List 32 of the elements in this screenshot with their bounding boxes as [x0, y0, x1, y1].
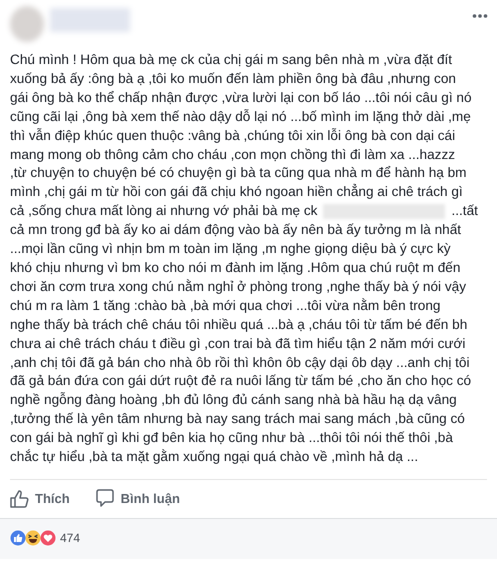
post-text: cả mn trong gđ bà ấy ko ai dám động vào bà ấy nên bà ấy tưởng m là nhất [10, 221, 462, 240]
like-button[interactable]: Thích [10, 486, 70, 510]
post-text: mình ,chị gái m từ hồi con gái đã chịu khó ngoan hiền chẳng ai chê trách gì [10, 183, 463, 202]
post-text: khó chịu nhưng vì bm ko cho nói m đành im lặng .Hôm qua chú ruột m đến [10, 258, 460, 277]
post-text: cũng cãi lại ,ông bà xem thế nào dậy dỗ lại nó ...bố mình im lặng thở dài ,mẹ [10, 108, 471, 126]
post-text: ...mọi lần cũng vì nhịn bm m toàn im lặng ,m nghe giọng diệu bà ý cực kỳ [10, 240, 451, 258]
post-text: ,tưởng thế là yên tâm nhưng bà nay sang trách mai sang mách ,bà cũng có [10, 410, 465, 428]
thumbs-up-icon [10, 530, 26, 546]
post-text: chắc tự hiểu ,bà ta mặt gằm xuống ngại quá chào về ,mình hả dạ ... [10, 448, 418, 466]
speech-bubble-icon [96, 488, 115, 508]
thumbs-up-icon [10, 488, 29, 508]
post-text: ...tất [451, 202, 478, 220]
more-icon[interactable] [472, 13, 488, 19]
post-text: nghe thấy bà trách chê cháu tôi nhiều quá ...bà ạ ,cháu tôi từ tấm bé đến bh [10, 316, 468, 334]
post-text: đã gả bán đứa con gái dứt ruột đẻ ra nuôi lấng từ tấm bé ,cho ăn cho học có [10, 372, 472, 390]
laughing-face-icon [25, 530, 41, 546]
comment-button[interactable]: Bình luận [96, 486, 180, 510]
post-text: cả ,sống chưa mất lòng ai nhưng vớ phải bà mẹ ck [10, 202, 318, 220]
post-text: con gái bà nghĩ gì khi gđ bên kia họ cũng như bà ...thôi tôi nói thế thôi ,bà [10, 429, 453, 448]
reaction-count[interactable]: 474 [60, 530, 80, 545]
post-text: gái ông bà ko thể chấp nhận được ,vừa lười lại con bố láo ...tôi nói câu gì nó [10, 88, 472, 107]
post-text: ,anh chị tôi đã gả bán cho nhà ôb rồi thì khôn ôb cậy dại ôb dạy ...anh chị tôi [10, 354, 470, 372]
blurred-avatar [10, 6, 44, 42]
post-text: Chú mình ! Hôm qua bà mẹ ck của chị gái m sang bên nhà m ,vừa đặt đít [10, 51, 452, 69]
post-text: chưa ai chê trách cháu t điều gì ,con trai bà đã tìm hiểu tận 2 năm mới cưới [10, 334, 466, 353]
post-text: ,từ chuyện to chuyện bé có chuyện gì bà ta cũng qua nhà m để hành hạ bm [10, 164, 466, 182]
post-text: mang mong ob thông cảm cho cháu ,con mọn chồng thì đi làm xa ...hazzz [10, 146, 456, 164]
post-text: chơi ăn cơm trưa xong chú nằm nghỉ ở phòng trong ,nghe thấy bà ý nói vậy [10, 278, 466, 296]
post-text: thì vẫn điệp khúc quen thuộc :vâng bà ,chúng tôi xin lỗi ông bà con dại cái [10, 126, 456, 145]
post-text: xuống bả ấy :ông bà ạ ,tôi ko muốn đến làm phiền ông bà đâu ,nhưng con [10, 70, 456, 88]
post-text: chú m ra làm 1 tăng :chào bà ,bà mới qua chơi ...tôi vừa nằm bên trong [10, 296, 440, 315]
post-text: nghề ngỗng đàng hoàng ,bh đủ lông đủ cánh sang nhà bà hầu hạ dạ vâng [10, 391, 457, 410]
